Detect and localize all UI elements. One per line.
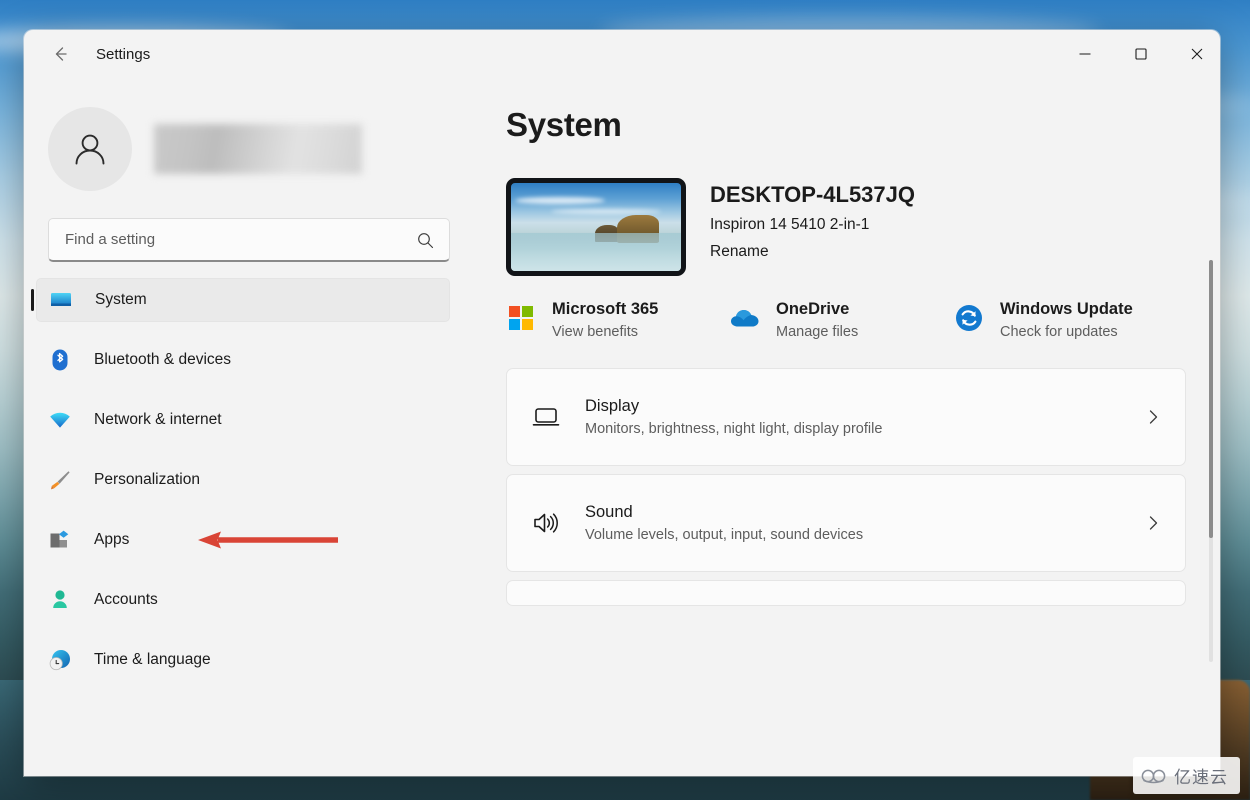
sidebar-item-label: Accounts [94,591,158,608]
window-body: System Bluetooth & devices [24,78,1220,776]
sidebar-item-label: Time & language [94,651,211,668]
navigation-list: System Bluetooth & devices Network & int… [24,278,474,698]
main-content: System DESKTOP-4L537JQ Inspiron 14 5410 … [474,78,1220,776]
minimize-button[interactable] [1062,30,1108,78]
scrollbar-thumb[interactable] [1209,260,1213,538]
sidebar-item-label: Bluetooth & devices [94,351,232,368]
device-name: DESKTOP-4L537JQ [710,182,916,207]
speaker-icon [529,506,563,540]
device-wallpaper-thumbnail [506,178,686,276]
search-icon[interactable] [410,218,440,262]
watermark-text: 亿速云 [1174,768,1228,787]
sidebar-item-time-language[interactable]: Time & language [36,638,450,682]
watermark: 亿速云 [1133,757,1240,794]
red-annotation-arrow [198,531,338,549]
monitor-icon [49,288,73,312]
settings-card-display[interactable]: Display Monitors, brightness, night ligh… [506,368,1186,466]
close-icon [1191,48,1203,60]
quick-link-title: OneDrive [776,300,850,318]
card-subtitle: Volume levels, output, input, sound devi… [585,527,864,543]
sidebar: System Bluetooth & devices [24,78,474,776]
rename-link[interactable]: Rename [710,243,915,261]
page-title: System [506,106,622,143]
settings-window: Settings Find a setting System Bluetooth… [24,30,1220,776]
window-title: Settings [96,45,151,63]
apps-blocks-icon [48,528,72,552]
settings-cards: Display Monitors, brightness, night ligh… [506,368,1186,606]
windows-update-icon [954,303,984,333]
desktop-background: Settings Find a setting System Bluetooth… [0,0,1250,800]
search-box [48,218,450,262]
quick-link-title: Microsoft 365 [552,300,659,318]
clock-globe-icon [48,648,72,672]
paintbrush-icon [48,468,72,492]
person-icon [75,134,105,165]
card-subtitle: Monitors, brightness, night light, displ… [585,421,883,437]
quick-link-subtitle: Manage files [776,324,859,340]
chevron-right-icon [1143,409,1163,425]
back-button[interactable] [42,36,78,72]
content-scrollbar[interactable] [1209,260,1213,662]
quick-link-windows-update[interactable]: Windows Update Check for updates [954,300,1178,340]
search-input[interactable] [48,218,450,262]
quick-link-onedrive[interactable]: OneDrive Manage files [730,300,954,340]
card-title: Display [585,397,640,415]
card-text: Sound Volume levels, output, input, soun… [585,503,1143,543]
card-text: Display Monitors, brightness, night ligh… [585,397,1143,437]
account-name-redacted [154,124,362,174]
microsoft-logo-icon [506,303,536,333]
quick-link-title: Windows Update [1000,300,1133,318]
sidebar-item-label: Personalization [94,471,200,488]
maximize-button[interactable] [1118,30,1164,78]
device-summary: DESKTOP-4L537JQ Inspiron 14 5410 2-in-1 … [506,178,1220,276]
bluetooth-icon [48,348,72,372]
window-controls [1062,30,1220,78]
display-monitor-icon [529,400,563,434]
avatar [48,107,132,191]
device-model: Inspiron 14 5410 2-in-1 [710,216,870,234]
sidebar-item-label: System [95,291,147,308]
settings-card-sound[interactable]: Sound Volume levels, output, input, soun… [506,474,1186,572]
onedrive-cloud-icon [730,303,760,333]
wifi-icon [48,408,72,432]
magnifier-icon [417,232,433,248]
quick-link-subtitle: Check for updates [1000,324,1118,340]
quick-links: Microsoft 365 View benefits OneDrive Man… [506,300,1206,362]
settings-card-partial[interactable] [506,580,1186,606]
account-profile[interactable] [48,106,474,192]
close-button[interactable] [1174,30,1220,78]
sidebar-item-personalization[interactable]: Personalization [36,458,450,502]
sidebar-item-network-internet[interactable]: Network & internet [36,398,450,442]
cloud-logo-icon [1141,769,1166,783]
quick-link-microsoft-365[interactable]: Microsoft 365 View benefits [506,300,730,340]
sidebar-item-label: Apps [94,531,130,548]
maximize-icon [1135,48,1147,60]
chevron-right-icon [1143,515,1163,531]
back-arrow-icon [55,47,67,61]
device-info: DESKTOP-4L537JQ Inspiron 14 5410 2-in-1 … [710,178,915,261]
title-bar: Settings [24,30,1220,78]
quick-link-subtitle: View benefits [552,324,638,340]
sidebar-item-label: Network & internet [94,411,222,428]
card-title: Sound [585,503,633,521]
minimize-icon [1079,53,1091,55]
sidebar-item-bluetooth-devices[interactable]: Bluetooth & devices [36,338,450,382]
sidebar-item-system[interactable]: System [31,278,450,322]
sidebar-item-accounts[interactable]: Accounts [36,578,450,622]
sidebar-item-apps[interactable]: Apps [36,518,450,562]
person-badge-icon [48,588,72,612]
